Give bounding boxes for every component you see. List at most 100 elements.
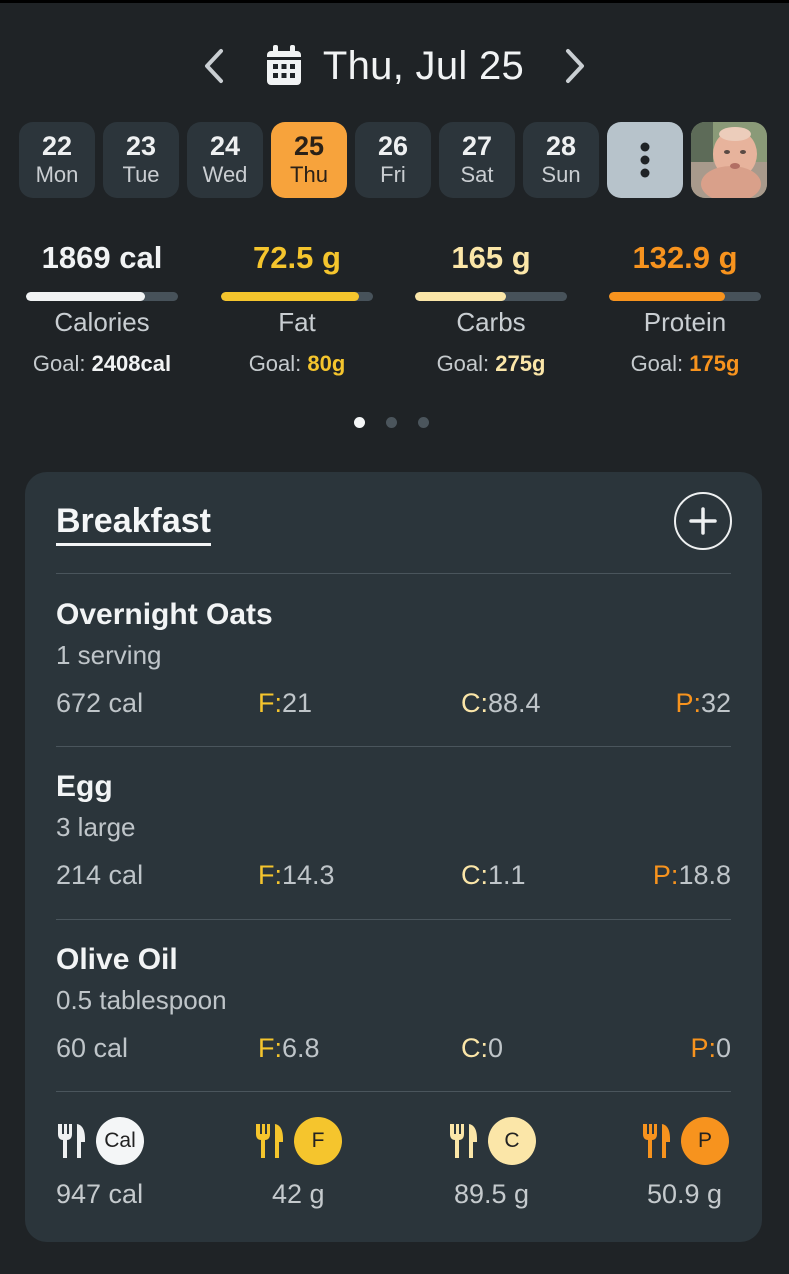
chevron-right-icon	[566, 49, 585, 83]
total-protein-value: 50.9 g	[647, 1179, 723, 1209]
carbs-badge: C	[488, 1117, 536, 1165]
page-dot-active[interactable]	[354, 417, 365, 428]
total-carbs-value: 89.5 g	[454, 1179, 530, 1209]
food-item[interactable]: Overnight Oats 1 serving 672 cal F:21 C:…	[56, 598, 731, 758]
food-macros: 60 cal F:6.8 C:0 P:0	[56, 1033, 731, 1069]
food-carbs: C:88.4	[461, 688, 541, 719]
day-thu-selected[interactable]: 25 Thu	[271, 122, 347, 198]
protein-total: 132.9 g	[632, 240, 738, 275]
date-picker[interactable]: Thu, Jul 25	[265, 44, 524, 89]
carbs-value: 0	[488, 1033, 504, 1063]
current-date-label: Thu, Jul 25	[322, 43, 525, 88]
calories-goal-value: 2408cal	[91, 351, 172, 376]
protein-value: 18.8	[678, 860, 731, 890]
fork-knife-icon	[58, 1124, 85, 1158]
food-serving: 3 large	[56, 812, 136, 842]
chevron-left-icon	[204, 49, 223, 83]
goal-prefix: Goal:	[630, 351, 690, 376]
fat-key: F:	[258, 860, 282, 890]
plus-icon	[689, 507, 717, 535]
food-serving: 0.5 tablespoon	[56, 985, 227, 1015]
previous-day-button[interactable]	[195, 40, 235, 92]
day-wed[interactable]: 24 Wed	[187, 122, 263, 198]
protein-label: Protein	[643, 307, 727, 337]
fat-badge: F	[294, 1117, 342, 1165]
day-number: 24	[209, 131, 241, 161]
food-protein: P:18.8	[653, 860, 731, 891]
day-number: 23	[125, 131, 157, 161]
carbs-total: 165 g	[451, 240, 531, 275]
food-name: Overnight Oats	[56, 598, 273, 631]
day-mon[interactable]: 22 Mon	[19, 122, 95, 198]
carbs-key: C:	[461, 860, 488, 890]
carbs-value: 1.1	[488, 860, 526, 890]
protein-value: 0	[715, 1033, 731, 1063]
day-number: 22	[41, 131, 73, 161]
calories-badge: Cal	[96, 1117, 144, 1165]
protein-key: P:	[690, 1033, 716, 1063]
day-sun[interactable]: 28 Sun	[523, 122, 599, 198]
fork-knife-icon	[643, 1124, 670, 1158]
food-fat: F:14.3	[258, 860, 335, 891]
food-protein: P:32	[675, 688, 731, 719]
page-indicator[interactable]	[354, 417, 450, 428]
day-fri[interactable]: 26 Fri	[355, 122, 431, 198]
food-name: Olive Oil	[56, 943, 178, 976]
goal-prefix: Goal:	[248, 351, 308, 376]
profile-avatar[interactable]	[691, 122, 767, 198]
carbs-summary: 165 g Carbs Goal: 275g	[394, 238, 588, 377]
protein-summary: 132.9 g Protein Goal: 175g	[588, 238, 782, 377]
fat-key: F:	[258, 1033, 282, 1063]
food-protein: P:0	[690, 1033, 731, 1064]
food-item[interactable]: Olive Oil 0.5 tablespoon 60 cal F:6.8 C:…	[56, 943, 731, 1103]
food-serving: 1 serving	[56, 640, 162, 670]
fat-goal-value: 80g	[307, 351, 346, 376]
fat-key: F:	[258, 688, 282, 718]
food-carbs: C:0	[461, 1033, 503, 1064]
day-sat[interactable]: 27 Sat	[439, 122, 515, 198]
carbs-key: C:	[461, 1033, 488, 1063]
food-fat: F:21	[258, 688, 312, 719]
divider	[56, 746, 731, 747]
meal-totals: Cal 947 cal F 42 g C 89.5 g P 50.9 g	[56, 1117, 731, 1227]
meal-card-breakfast: Breakfast Overnight Oats 1 serving 672 c…	[25, 472, 762, 1242]
more-options-button[interactable]	[607, 122, 683, 198]
day-number: 27	[461, 131, 493, 161]
food-fat: F:6.8	[258, 1033, 320, 1064]
total-carbs: C 89.5 g	[448, 1117, 536, 1227]
profile-photo	[691, 122, 767, 198]
day-of-week: Thu	[290, 162, 328, 187]
calories-progress-fill	[26, 292, 145, 301]
carbs-label: Carbs	[456, 307, 526, 337]
fat-progress-bar	[221, 292, 373, 301]
day-of-week: Fri	[380, 162, 406, 187]
day-of-week: Tue	[122, 162, 160, 187]
day-of-week: Sun	[541, 162, 581, 187]
food-calories: 672 cal	[56, 688, 144, 718]
fork-knife-icon	[450, 1124, 477, 1158]
day-number: 26	[377, 131, 409, 161]
calories-progress-bar	[26, 292, 178, 301]
add-food-button[interactable]	[674, 492, 732, 550]
total-fat: F 42 g	[254, 1117, 342, 1227]
day-tue[interactable]: 23 Tue	[103, 122, 179, 198]
goal-prefix: Goal:	[436, 351, 496, 376]
calories-total: 1869 cal	[41, 240, 163, 275]
fat-progress-fill	[221, 292, 360, 301]
food-item[interactable]: Egg 3 large 214 cal F:14.3 C:1.1 P:18.8	[56, 770, 731, 930]
protein-value: 32	[700, 688, 731, 718]
carbs-goal-value: 275g	[495, 351, 546, 376]
day-of-week: Wed	[202, 162, 248, 187]
page-dot[interactable]	[386, 417, 397, 428]
meal-title[interactable]: Breakfast	[56, 502, 211, 546]
goal-prefix: Goal:	[32, 351, 92, 376]
week-day-selector: 22 Mon 23 Tue 24 Wed 25 Thu 26 Fri 27 Sat 28 Su…	[19, 122, 767, 198]
protein-key: P:	[675, 688, 701, 718]
day-number: 28	[545, 131, 577, 161]
total-calories: Cal 947 cal	[56, 1117, 144, 1227]
page-dot[interactable]	[418, 417, 429, 428]
carbs-goal: Goal: 275g	[394, 351, 588, 377]
food-calories: 214 cal	[56, 860, 144, 890]
next-day-button[interactable]	[554, 40, 594, 92]
status-bar-edge	[0, 0, 789, 3]
